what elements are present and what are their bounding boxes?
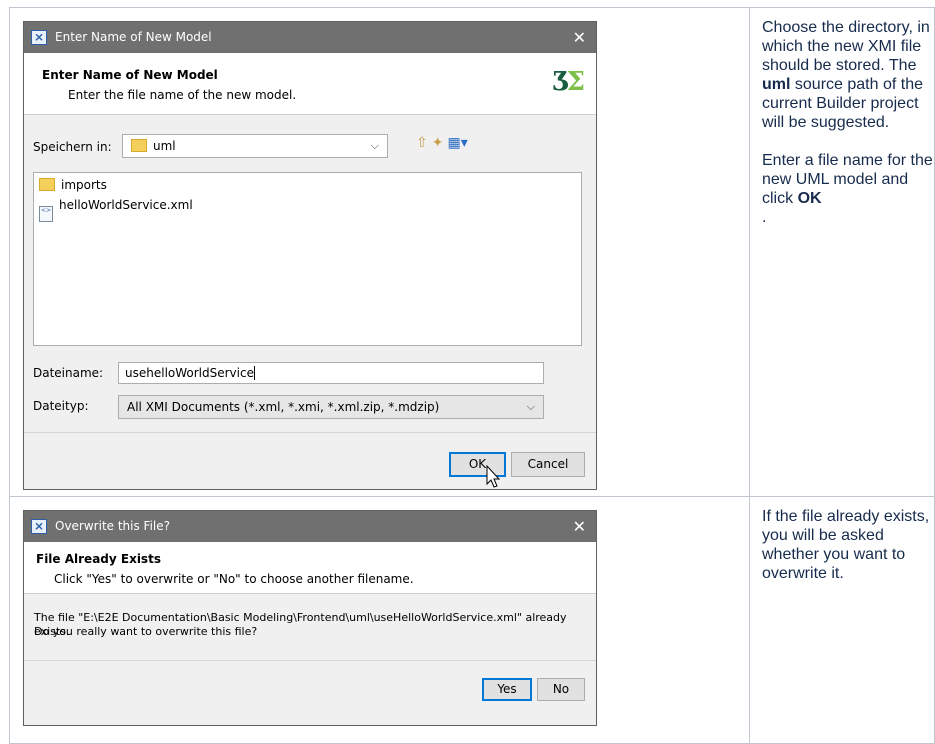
- note-paragraph: Choose the directory, in which the new X…: [762, 18, 934, 132]
- close-icon[interactable]: ✕: [573, 511, 586, 542]
- e2e-logo: ƷΣ: [552, 67, 586, 97]
- list-item[interactable]: imports: [39, 177, 107, 193]
- footer-divider: [24, 432, 596, 433]
- xml-file-icon: <>: [39, 206, 53, 222]
- file-name: imports: [61, 178, 107, 192]
- dialog-title: Enter Name of New Model: [55, 30, 212, 44]
- banner-title: File Already Exists: [36, 552, 161, 566]
- view-menu-icon[interactable]: ▦▾: [447, 135, 467, 151]
- yes-button[interactable]: Yes: [482, 678, 532, 701]
- mouse-pointer-icon: [486, 465, 501, 488]
- dialog-titlebar: ⨯ Overwrite this File? ✕: [24, 511, 596, 542]
- dialog-banner: Enter Name of New Model Enter the file n…: [24, 53, 596, 115]
- chevron-down-icon: ⌵: [526, 400, 535, 413]
- chevron-down-icon: ⌵: [370, 139, 379, 152]
- list-item[interactable]: <> helloWorldService.xml: [39, 197, 193, 222]
- table-column-divider: [749, 7, 750, 744]
- folder-icon: [39, 178, 55, 191]
- file-toolbar: ⇧ ✦ ▦▾: [416, 135, 472, 151]
- note-bold: OK: [797, 190, 822, 207]
- overwrite-dialog: ⨯ Overwrite this File? ✕ File Already Ex…: [23, 510, 597, 726]
- file-list[interactable]: imports <> helloWorldService.xml: [33, 172, 582, 346]
- banner-title: Enter Name of New Model: [42, 68, 218, 82]
- filename-input[interactable]: usehelloWorldService: [118, 362, 544, 384]
- app-icon: ⨯: [31, 519, 47, 534]
- filename-label: Dateiname:: [33, 366, 104, 380]
- table-row-divider: [9, 496, 935, 497]
- note-paragraph: Enter a file name for the new UML model …: [762, 151, 934, 227]
- note-cell: Choose the directory, in which the new X…: [762, 18, 934, 246]
- footer-divider: [24, 660, 596, 661]
- app-icon: ⨯: [31, 30, 47, 45]
- folder-icon: [131, 139, 147, 152]
- save-in-select[interactable]: uml ⌵: [122, 134, 388, 158]
- note-text: Choose the directory, in which the new X…: [762, 19, 930, 74]
- note-bold: uml: [762, 76, 791, 93]
- dialog-titlebar: ⨯ Enter Name of New Model ✕: [24, 22, 596, 53]
- filetype-select[interactable]: All XMI Documents (*.xml, *.xmi, *.xml.z…: [118, 395, 544, 419]
- note-paragraph: If the file already exists, you will be …: [762, 508, 930, 582]
- filetype-value: All XMI Documents (*.xml, *.xmi, *.xml.z…: [127, 400, 440, 414]
- filetype-label: Dateityp:: [33, 399, 89, 413]
- up-folder-icon[interactable]: ⇧: [416, 135, 428, 151]
- save-in-label: Speichern in:: [33, 140, 112, 154]
- dialog-banner: File Already Exists Click "Yes" to overw…: [24, 542, 596, 594]
- new-folder-icon[interactable]: ✦: [432, 135, 444, 151]
- banner-subtitle: Enter the file name of the new model.: [68, 88, 297, 102]
- file-name: helloWorldService.xml: [59, 198, 193, 212]
- note-cell: If the file already exists, you will be …: [762, 507, 934, 602]
- filename-value: usehelloWorldService: [125, 366, 254, 380]
- cancel-button[interactable]: Cancel: [511, 452, 585, 477]
- note-text: .: [762, 209, 767, 226]
- new-model-dialog: ⨯ Enter Name of New Model ✕ Enter Name o…: [23, 21, 597, 490]
- note-text: Enter a file name for the new UML model …: [762, 152, 933, 207]
- no-button[interactable]: No: [537, 678, 585, 701]
- close-icon[interactable]: ✕: [573, 22, 586, 53]
- banner-subtitle: Click "Yes" to overwrite or "No" to choo…: [54, 572, 414, 586]
- dialog-title: Overwrite this File?: [55, 519, 171, 533]
- save-in-value: uml: [153, 139, 176, 153]
- message-line: Do you really want to overwrite this fil…: [34, 625, 258, 638]
